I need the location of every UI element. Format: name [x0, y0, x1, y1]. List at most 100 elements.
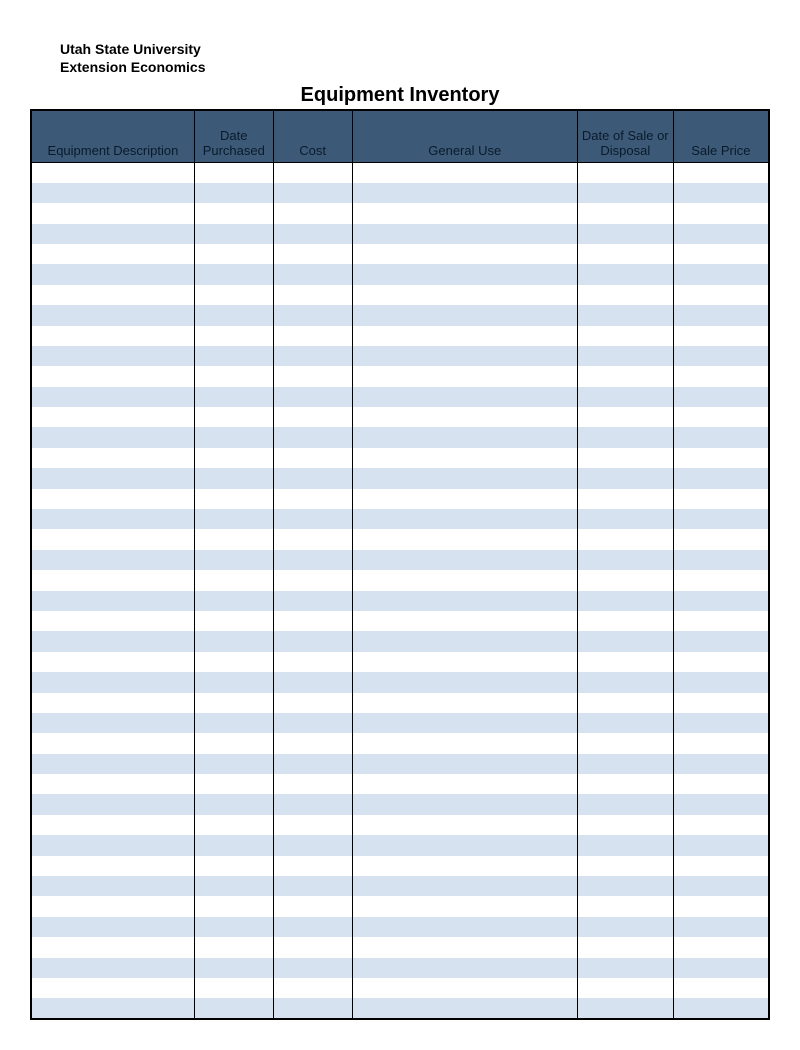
table-cell[interactable]: [194, 815, 273, 835]
table-cell[interactable]: [273, 591, 352, 611]
table-cell[interactable]: [673, 305, 769, 325]
table-cell[interactable]: [673, 774, 769, 794]
table-cell[interactable]: [31, 815, 194, 835]
table-cell[interactable]: [577, 529, 673, 549]
table-cell[interactable]: [577, 794, 673, 814]
table-cell[interactable]: [673, 733, 769, 753]
table-cell[interactable]: [273, 958, 352, 978]
table-cell[interactable]: [352, 407, 577, 427]
table-cell[interactable]: [673, 591, 769, 611]
table-cell[interactable]: [194, 998, 273, 1018]
table-cell[interactable]: [673, 285, 769, 305]
table-cell[interactable]: [31, 550, 194, 570]
table-cell[interactable]: [352, 998, 577, 1018]
table-cell[interactable]: [31, 652, 194, 672]
table-cell[interactable]: [31, 672, 194, 692]
table-cell[interactable]: [352, 162, 577, 182]
table-cell[interactable]: [194, 693, 273, 713]
table-cell[interactable]: [194, 468, 273, 488]
table-cell[interactable]: [273, 489, 352, 509]
table-cell[interactable]: [31, 489, 194, 509]
table-cell[interactable]: [31, 591, 194, 611]
table-cell[interactable]: [577, 815, 673, 835]
table-cell[interactable]: [194, 754, 273, 774]
table-cell[interactable]: [273, 876, 352, 896]
table-cell[interactable]: [352, 591, 577, 611]
table-cell[interactable]: [352, 427, 577, 447]
table-cell[interactable]: [273, 672, 352, 692]
table-cell[interactable]: [31, 509, 194, 529]
table-cell[interactable]: [194, 835, 273, 855]
table-cell[interactable]: [352, 346, 577, 366]
table-cell[interactable]: [352, 326, 577, 346]
table-cell[interactable]: [31, 856, 194, 876]
table-cell[interactable]: [273, 427, 352, 447]
table-cell[interactable]: [352, 387, 577, 407]
table-cell[interactable]: [31, 693, 194, 713]
table-cell[interactable]: [673, 509, 769, 529]
table-cell[interactable]: [273, 774, 352, 794]
table-cell[interactable]: [31, 998, 194, 1018]
table-cell[interactable]: [352, 693, 577, 713]
table-cell[interactable]: [352, 264, 577, 284]
table-cell[interactable]: [273, 244, 352, 264]
table-cell[interactable]: [352, 550, 577, 570]
table-cell[interactable]: [577, 244, 673, 264]
table-cell[interactable]: [273, 998, 352, 1018]
table-cell[interactable]: [577, 733, 673, 753]
table-cell[interactable]: [31, 162, 194, 182]
table-cell[interactable]: [194, 917, 273, 937]
table-cell[interactable]: [352, 652, 577, 672]
table-cell[interactable]: [31, 407, 194, 427]
table-cell[interactable]: [273, 937, 352, 957]
table-cell[interactable]: [273, 407, 352, 427]
table-cell[interactable]: [273, 346, 352, 366]
table-cell[interactable]: [352, 489, 577, 509]
table-cell[interactable]: [194, 326, 273, 346]
table-cell[interactable]: [273, 631, 352, 651]
table-cell[interactable]: [673, 162, 769, 182]
table-cell[interactable]: [673, 489, 769, 509]
table-cell[interactable]: [577, 305, 673, 325]
table-cell[interactable]: [194, 631, 273, 651]
table-cell[interactable]: [352, 937, 577, 957]
table-cell[interactable]: [352, 856, 577, 876]
table-cell[interactable]: [31, 896, 194, 916]
table-cell[interactable]: [577, 387, 673, 407]
table-cell[interactable]: [194, 346, 273, 366]
table-cell[interactable]: [273, 978, 352, 998]
table-cell[interactable]: [31, 754, 194, 774]
table-cell[interactable]: [577, 264, 673, 284]
table-cell[interactable]: [352, 183, 577, 203]
table-cell[interactable]: [352, 224, 577, 244]
table-cell[interactable]: [31, 958, 194, 978]
table-cell[interactable]: [194, 285, 273, 305]
table-cell[interactable]: [352, 754, 577, 774]
table-cell[interactable]: [194, 387, 273, 407]
table-cell[interactable]: [673, 183, 769, 203]
table-cell[interactable]: [194, 672, 273, 692]
table-cell[interactable]: [352, 815, 577, 835]
table-cell[interactable]: [273, 896, 352, 916]
table-cell[interactable]: [577, 448, 673, 468]
table-cell[interactable]: [352, 733, 577, 753]
table-cell[interactable]: [577, 693, 673, 713]
table-cell[interactable]: [673, 652, 769, 672]
table-cell[interactable]: [577, 427, 673, 447]
table-cell[interactable]: [577, 958, 673, 978]
table-cell[interactable]: [673, 387, 769, 407]
table-cell[interactable]: [352, 917, 577, 937]
table-cell[interactable]: [577, 183, 673, 203]
table-cell[interactable]: [352, 611, 577, 631]
table-cell[interactable]: [352, 835, 577, 855]
table-cell[interactable]: [577, 509, 673, 529]
table-cell[interactable]: [31, 937, 194, 957]
table-cell[interactable]: [194, 489, 273, 509]
table-cell[interactable]: [31, 427, 194, 447]
table-cell[interactable]: [31, 468, 194, 488]
table-cell[interactable]: [673, 896, 769, 916]
table-cell[interactable]: [194, 509, 273, 529]
table-cell[interactable]: [577, 978, 673, 998]
table-cell[interactable]: [273, 224, 352, 244]
table-cell[interactable]: [31, 346, 194, 366]
